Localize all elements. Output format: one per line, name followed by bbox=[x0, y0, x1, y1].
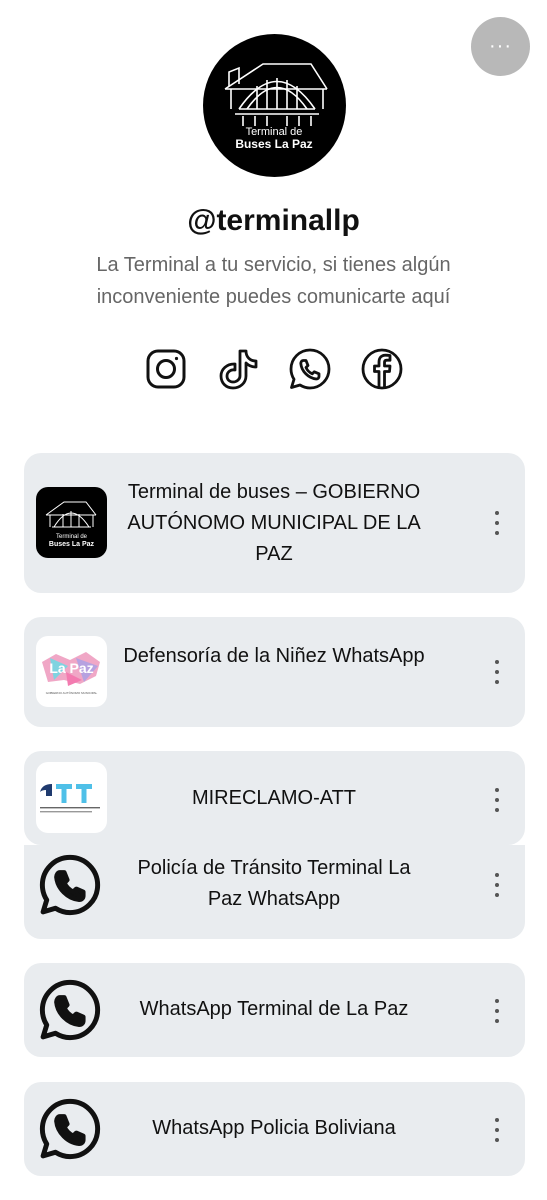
facebook-icon[interactable] bbox=[359, 346, 405, 392]
thumb-text-line1: Terminal de bbox=[56, 534, 88, 540]
link-options-button[interactable] bbox=[487, 788, 507, 812]
whatsapp-icon[interactable] bbox=[287, 346, 333, 392]
link-label: MIRECLAMO-ATT bbox=[191, 787, 357, 809]
thumb-text-line2: Buses La Paz bbox=[49, 541, 95, 548]
profile-bio: La Terminal a tu servicio, si tienes alg… bbox=[96, 254, 451, 308]
link-options-button[interactable] bbox=[487, 873, 507, 897]
whatsapp-icon bbox=[39, 854, 101, 916]
link-card-whatsapp-terminal[interactable]: WhatsApp Terminal de La Paz bbox=[24, 963, 525, 1057]
link-card-defensoria[interactable]: La Paz GOBIERNO AUTÓNOMO MUNICIPAL Defen… bbox=[24, 617, 525, 727]
thumb-text-line1: La Paz bbox=[49, 660, 93, 676]
terminal-logo: Terminal de Buses La Paz bbox=[224, 63, 328, 151]
link-options-button[interactable] bbox=[487, 511, 507, 535]
link-label: Defensoría de la Niñez WhatsApp bbox=[123, 645, 425, 667]
link-label: WhatsApp Terminal de La Paz bbox=[139, 998, 409, 1020]
whatsapp-icon bbox=[39, 1098, 101, 1160]
more-options-label: ··· bbox=[489, 35, 512, 57]
link-label: WhatsApp Policia Boliviana bbox=[152, 1117, 396, 1139]
link-options-button[interactable] bbox=[487, 660, 507, 684]
link-label: Terminal de buses – GOBIERNO AUTÓNOMO MU… bbox=[127, 481, 421, 565]
link-options-button[interactable] bbox=[487, 1118, 507, 1142]
link-options-button[interactable] bbox=[487, 999, 507, 1023]
tiktok-icon[interactable] bbox=[215, 346, 261, 392]
link-card-whatsapp-policia[interactable]: WhatsApp Policia Boliviana bbox=[24, 1082, 525, 1176]
link-label: Policía de Tránsito Terminal La Paz What… bbox=[137, 857, 411, 910]
link-card-policia-transito[interactable]: Policía de Tránsito Terminal La Paz What… bbox=[24, 845, 525, 939]
profile-handle: @terminallp bbox=[187, 204, 360, 237]
instagram-icon[interactable] bbox=[143, 346, 189, 392]
link-card-mireclamo-att[interactable]: MIRECLAMO-ATT bbox=[24, 751, 525, 845]
more-options-button[interactable]: ··· bbox=[471, 17, 530, 76]
profile-avatar: Terminal de Buses La Paz bbox=[203, 34, 346, 177]
terminal-logo-thumb: Terminal de Buses La Paz bbox=[36, 487, 107, 558]
att-logo-thumb bbox=[36, 762, 107, 833]
whatsapp-icon bbox=[39, 979, 101, 1041]
la-paz-logo-thumb: La Paz GOBIERNO AUTÓNOMO MUNICIPAL bbox=[36, 636, 107, 707]
social-icons bbox=[0, 346, 547, 392]
link-card-terminal-gamlp[interactable]: Terminal de Buses La Paz Terminal de bus… bbox=[24, 453, 525, 593]
logo-text-line2: Buses La Paz bbox=[235, 137, 312, 151]
thumb-text-line2: GOBIERNO AUTÓNOMO MUNICIPAL bbox=[46, 690, 98, 695]
